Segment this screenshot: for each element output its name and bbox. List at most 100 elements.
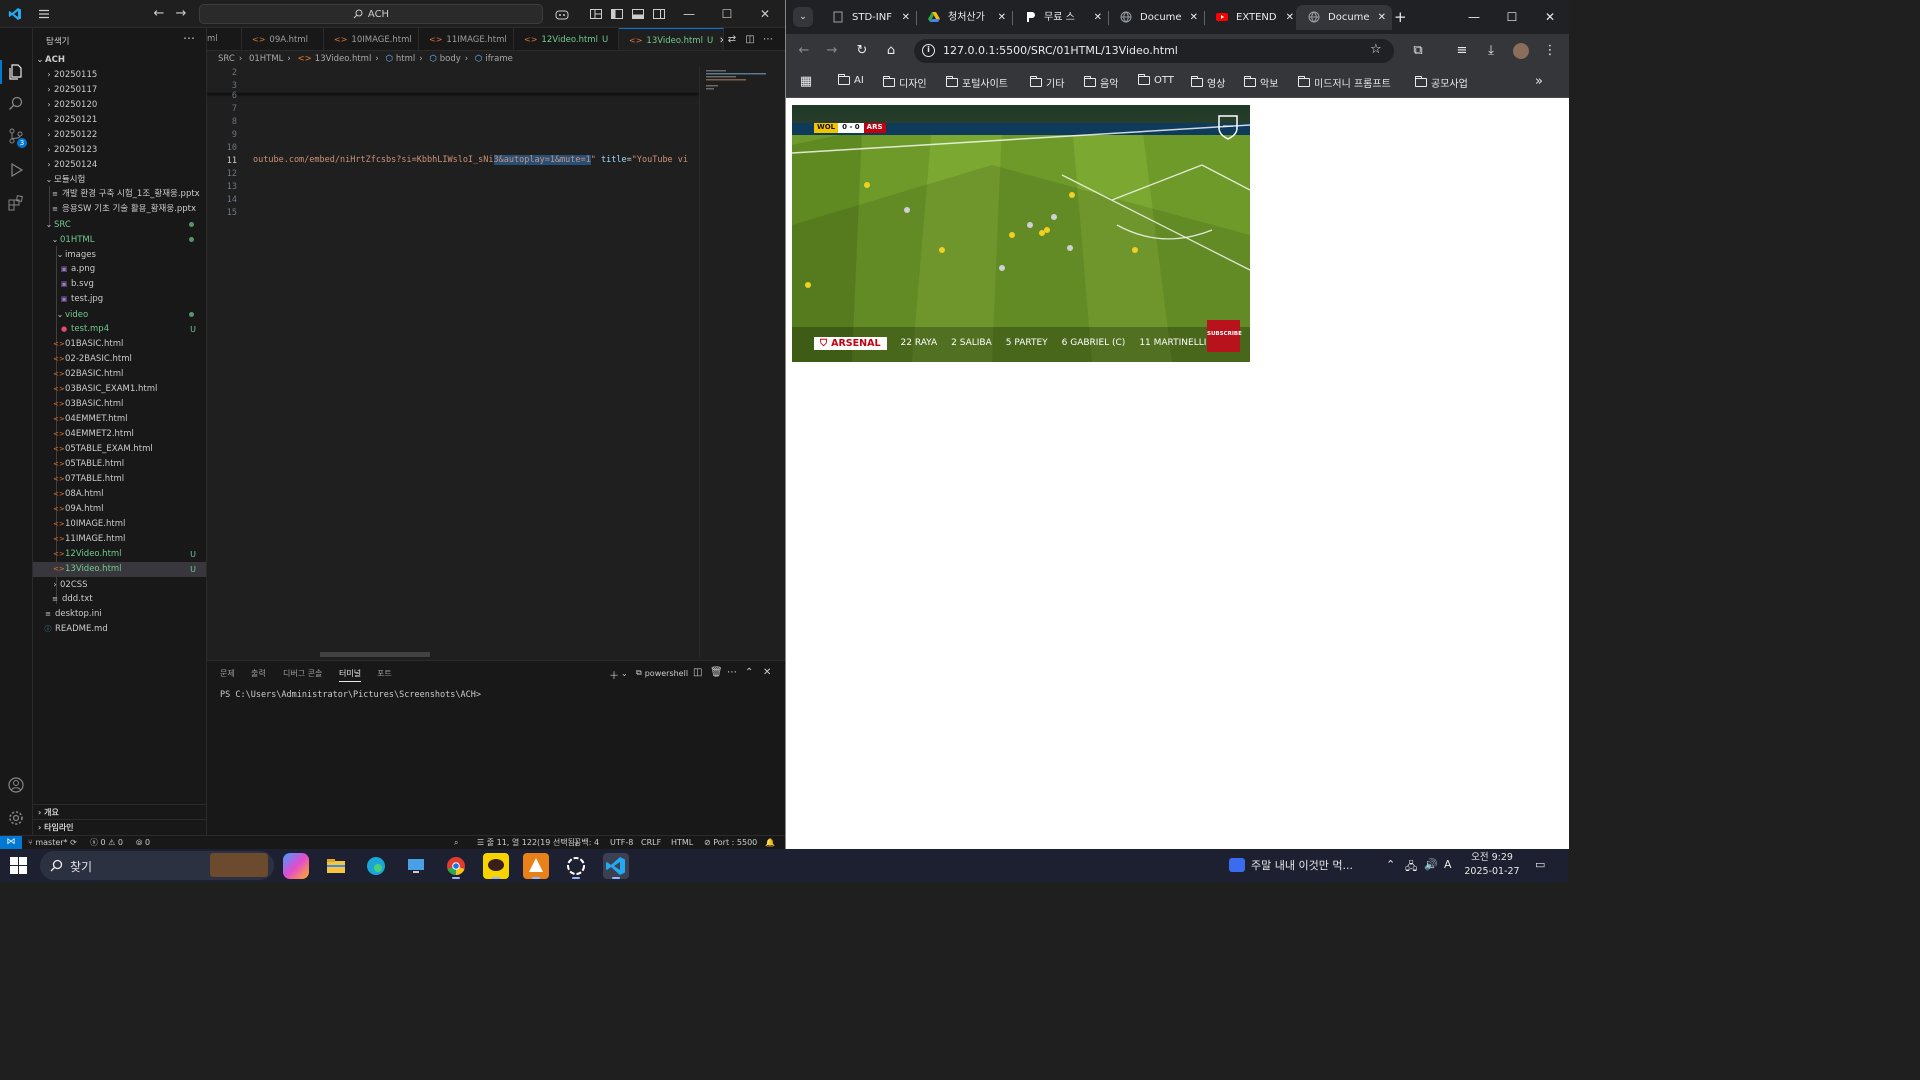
bookmark-folder[interactable]: 공모사업 — [1415, 75, 1468, 90]
copilot-app-icon[interactable] — [283, 853, 309, 879]
panel-tab-problems[interactable]: 문제 — [220, 668, 235, 679]
vscode-app-icon[interactable] — [603, 853, 629, 879]
windows-start-icon[interactable] — [10, 857, 27, 874]
profile-avatar[interactable] — [1513, 43, 1529, 59]
split-editor-icon[interactable]: ◫ — [743, 33, 757, 47]
site-info-icon[interactable]: i — [922, 44, 935, 57]
tab[interactable]: <> 11IMAGE.html — [419, 28, 514, 50]
downloads-icon[interactable]: ⤓ — [1483, 43, 1499, 59]
bookmark-folder[interactable]: OTT — [1138, 74, 1174, 86]
home-icon[interactable]: ⌂ — [883, 43, 899, 59]
code-editor[interactable]: 2 3 6 7 8 9 10 11 12 13 14 15 outube.com… — [207, 67, 775, 657]
tree-file[interactable]: <>07TABLE.html — [33, 472, 206, 487]
live-server[interactable]: ⊘ Port : 5500 — [704, 836, 757, 849]
tab-close-icon[interactable]: ✕ — [1286, 5, 1294, 30]
indentation[interactable]: 공백: 4 — [574, 836, 599, 849]
subscribe-badge[interactable]: SUBSCRIBE — [1207, 320, 1242, 352]
tab[interactable]: ml — [207, 28, 242, 50]
timeline-section[interactable]: › 타임라인 — [33, 819, 206, 834]
tree-file[interactable]: <>04EMMET.html — [33, 412, 206, 427]
tree-file[interactable]: ≡ 응용SW 기초 기술 활용_황재웅.pptx — [33, 202, 206, 217]
tree-folder[interactable]: ⌄ 01HTML — [33, 232, 206, 247]
tree-file[interactable]: ▣ b.svg — [33, 277, 206, 292]
tree-folder[interactable]: ⌄ video — [33, 307, 206, 322]
search-icon[interactable] — [7, 95, 25, 113]
file-explorer-icon[interactable] — [323, 853, 349, 879]
browser-tab[interactable]: Docume ✕ — [1108, 5, 1204, 30]
breadcrumb-item[interactable]: html — [396, 54, 415, 64]
maximize-icon[interactable]: ☐ — [1493, 0, 1531, 34]
volume-icon[interactable]: 🔊 — [1424, 858, 1438, 871]
bookmark-folder[interactable]: 기타 — [1030, 75, 1064, 90]
tree-folder[interactable]: › 20250117 — [33, 82, 206, 97]
tree-folder[interactable]: › 20250124 — [33, 157, 206, 172]
command-center-search[interactable]: ACH — [199, 4, 543, 24]
tree-root-ach[interactable]: ⌄ ACH — [33, 52, 206, 67]
back-arrow-icon[interactable]: ← — [796, 43, 812, 59]
browser-tab[interactable]: 무료 스 ✕ — [1012, 5, 1108, 30]
tree-file[interactable]: <>01BASIC.html — [33, 337, 206, 352]
trash-icon[interactable]: 🗑 — [710, 667, 723, 678]
customize-layout-icon[interactable] — [588, 6, 604, 22]
news-widget[interactable]: 주말 내내 이것만 먹... — [1229, 857, 1353, 873]
breadcrumb-item[interactable]: body — [440, 54, 461, 64]
close-icon[interactable]: ✕ — [747, 0, 783, 28]
close-panel-icon[interactable]: ✕ — [763, 667, 771, 678]
network-icon[interactable]: 🖧 — [1405, 858, 1417, 877]
breadcrumb-item[interactable]: 01HTML — [249, 54, 283, 64]
panel-tab-ports[interactable]: 포트 — [377, 668, 392, 679]
more-bookmarks-icon[interactable]: » — [1531, 74, 1547, 90]
tree-file[interactable]: <>12Video.html U — [33, 547, 206, 562]
chevron-down-icon[interactable]: ⌄ — [621, 669, 628, 678]
chatgpt-app-icon[interactable] — [563, 853, 589, 879]
language-mode[interactable]: HTML — [671, 836, 693, 849]
new-tab-icon[interactable]: + — [1394, 8, 1407, 26]
extensions-puzzle-icon[interactable]: ⧉ — [1410, 43, 1426, 59]
encoding[interactable]: UTF-8 — [610, 836, 633, 849]
tree-folder[interactable]: ⌄ 모듈시험 — [33, 172, 206, 187]
terminal-shell-selector[interactable]: ⧉ powershell — [636, 668, 688, 678]
tab-active[interactable]: <>13Video.htmlU✕ — [619, 28, 724, 50]
tree-folder[interactable]: › 20250121 — [33, 112, 206, 127]
tree-file[interactable]: <>05TABLE.html — [33, 457, 206, 472]
browser-tab[interactable]: 청처산가 ✕ — [916, 5, 1012, 30]
bookmark-folder[interactable]: 영상 — [1191, 75, 1225, 90]
tab-close-icon[interactable]: ✕ — [719, 36, 723, 46]
reload-icon[interactable]: ↻ — [854, 43, 870, 59]
browser-tab-active[interactable]: Docume ✕ — [1296, 5, 1392, 30]
youtube-embed-video[interactable]: WOL 0 - 0 ARS ⛉ ARSENAL 22 RAYA 2 SALIBA … — [792, 105, 1250, 362]
tree-folder[interactable]: › 20250120 — [33, 97, 206, 112]
browser-tab[interactable]: STD-INF ✕ — [820, 5, 916, 30]
browser-tab[interactable]: EXTEND ✕ — [1204, 5, 1300, 30]
breadcrumb-item[interactable]: 13Video.html — [315, 54, 372, 64]
tab[interactable]: <> 12Video.html U — [514, 28, 619, 50]
extensions-icon[interactable] — [7, 194, 25, 212]
chrome-app-icon[interactable] — [443, 853, 469, 879]
tab-close-icon[interactable]: ✕ — [902, 5, 910, 30]
ports-indicator[interactable]: ⦾ 0 — [136, 836, 150, 849]
more-actions-icon[interactable]: ⋯ — [183, 31, 195, 45]
tab-close-icon[interactable]: ✕ — [1378, 5, 1386, 30]
tree-file[interactable]: ▣ a.png — [33, 262, 206, 277]
tab[interactable]: <> 09A.html — [242, 28, 324, 50]
bookmark-folder[interactable]: 미드저니 프롬프트 — [1298, 75, 1391, 90]
git-branch[interactable]: ⑂ master* ⟳ — [28, 836, 77, 849]
tab-search-icon[interactable]: ⌄ — [793, 7, 813, 27]
tab-close-icon[interactable]: ✕ — [998, 5, 1006, 30]
panel-tab-debug-console[interactable]: 디버그 콘솔 — [283, 668, 322, 679]
panel-tab-output[interactable]: 출력 — [251, 668, 266, 679]
bookmark-folder[interactable]: 포털사이트 — [946, 75, 1008, 90]
open-changes-icon[interactable]: ⇄ — [725, 33, 739, 47]
split-terminal-icon[interactable]: ◫ — [693, 667, 702, 678]
toggle-panel-icon[interactable] — [630, 6, 646, 22]
new-terminal-icon[interactable]: ＋ — [609, 667, 619, 682]
tab-close-icon[interactable]: ✕ — [1094, 5, 1102, 30]
kakaotalk-icon[interactable] — [483, 853, 509, 879]
tree-file[interactable]: ● test.mp4 U — [33, 322, 206, 337]
run-debug-icon[interactable] — [7, 161, 25, 179]
tree-file[interactable]: <>02-2BASIC.html — [33, 352, 206, 367]
forward-arrow-icon[interactable]: → — [824, 43, 840, 59]
tree-file[interactable]: ▣ test.jpg — [33, 292, 206, 307]
tree-file[interactable]: ⓘ README.md — [33, 622, 206, 637]
bookmark-folder[interactable]: 음악 — [1084, 75, 1118, 90]
